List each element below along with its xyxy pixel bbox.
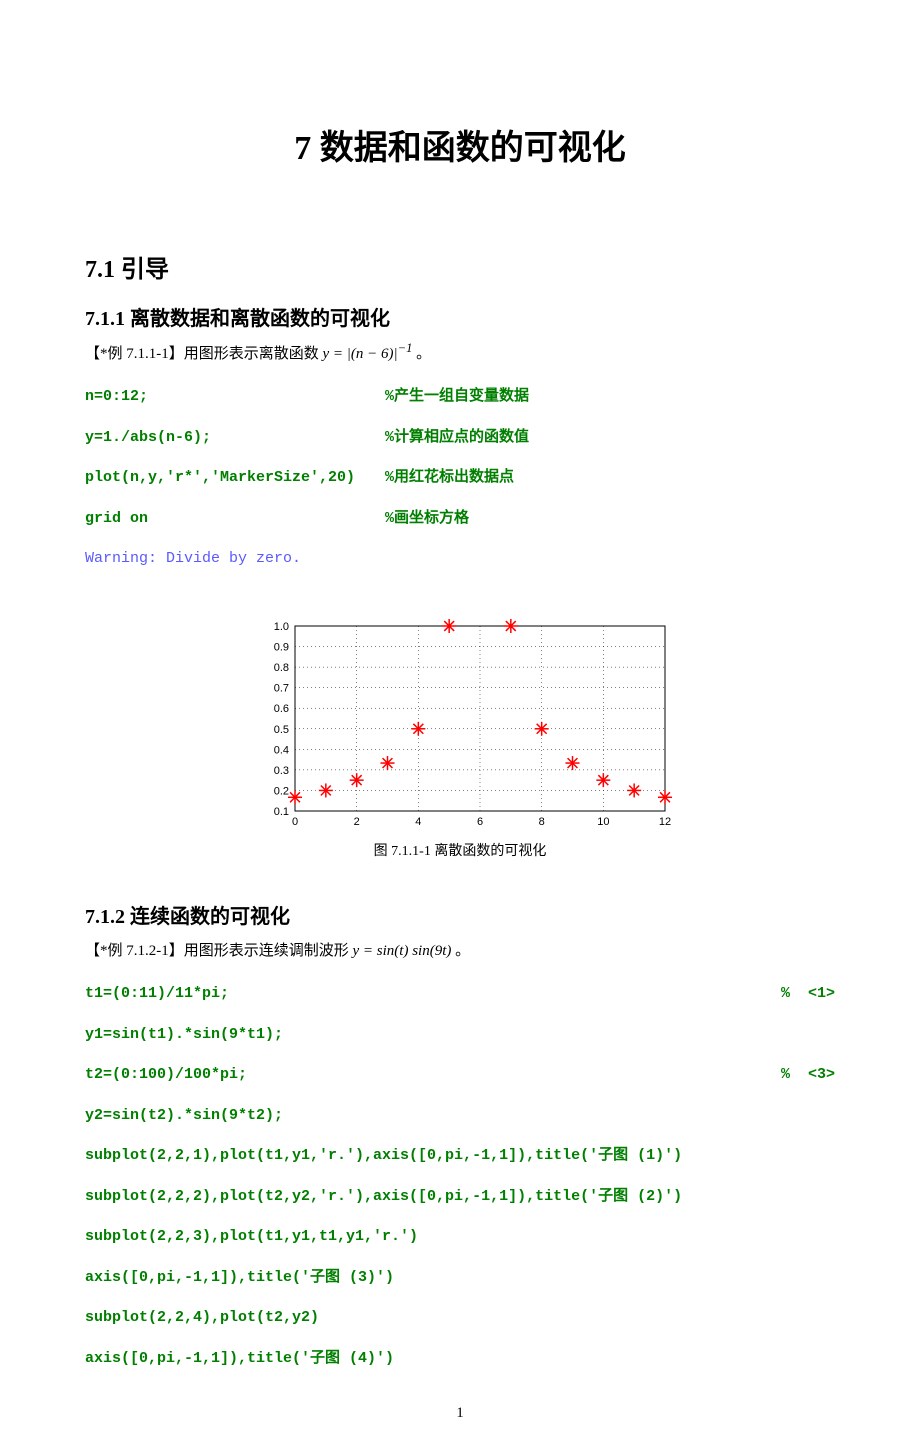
code1-c2: %计算相应点的函数值 bbox=[385, 428, 529, 448]
code1-l3: plot(n,y,'r*','MarkerSize',20) bbox=[85, 468, 385, 488]
code2-l2: y1=sin(t1).*sin(9*t1); bbox=[85, 1026, 283, 1043]
svg-text:12: 12 bbox=[659, 816, 671, 828]
code2-l5: subplot(2,2,1),plot(t1,y1,'r.'),axis([0,… bbox=[85, 1147, 682, 1164]
code2-r3: % <3> bbox=[781, 1065, 835, 1085]
code1-warning: Warning: Divide by zero. bbox=[85, 550, 301, 567]
subsection-7-1-1: 7.1.1 离散数据和离散函数的可视化 bbox=[85, 302, 835, 331]
figure-711-caption: 图 7.1.1-1 离散函数的可视化 bbox=[85, 840, 835, 860]
code2-l3: t2=(0:100)/100*pi; bbox=[85, 1065, 247, 1085]
svg-text:0.6: 0.6 bbox=[274, 703, 289, 715]
svg-text:10: 10 bbox=[597, 816, 609, 828]
svg-text:0.7: 0.7 bbox=[274, 683, 289, 695]
code1-c1: %产生一组自变量数据 bbox=[385, 387, 529, 407]
svg-text:1.0: 1.0 bbox=[274, 621, 289, 633]
example-712-formula: y = sin(t) sin(9t) bbox=[353, 943, 452, 959]
example-712-prefix: 【*例 7.1.2-1】用图形表示连续调制波形 bbox=[85, 943, 353, 959]
code1-l4: grid on bbox=[85, 509, 385, 529]
figure-711-chart: 0 2 4 6 8 10 12 0.1 0.2 0.3 0.4 0.5 0.6 0.7 0.8 0.9 1.0 bbox=[245, 616, 675, 836]
page: 7 数据和函数的可视化 7.1 引导 7.1.1 离散数据和离散函数的可视化 【… bbox=[0, 0, 920, 1452]
svg-text:0.3: 0.3 bbox=[274, 765, 289, 777]
example-711-suffix: 。 bbox=[416, 346, 431, 362]
scatter-chart-svg: 0 2 4 6 8 10 12 0.1 0.2 0.3 0.4 0.5 0.6 0.7 0.8 0.9 1.0 bbox=[245, 616, 675, 836]
code1-c3: %用红花标出数据点 bbox=[385, 468, 514, 488]
example-711-prefix: 【*例 7.1.1-1】用图形表示离散函数 bbox=[85, 346, 323, 362]
svg-text:0.2: 0.2 bbox=[274, 785, 289, 797]
code2-l9: subplot(2,2,4),plot(t2,y2) bbox=[85, 1309, 319, 1326]
page-number: 1 bbox=[0, 1405, 920, 1422]
code2-l8: axis([0,pi,-1,1]),title('子图 (3)') bbox=[85, 1269, 394, 1286]
svg-text:0.8: 0.8 bbox=[274, 662, 289, 674]
code2-r1: % <1> bbox=[781, 984, 835, 1004]
example-711-text: 【*例 7.1.1-1】用图形表示离散函数 y = |(n − 6)|−1 。 bbox=[85, 341, 835, 363]
code1-l2: y=1./abs(n-6); bbox=[85, 428, 385, 448]
svg-text:0.4: 0.4 bbox=[274, 744, 289, 756]
svg-text:8: 8 bbox=[539, 816, 545, 828]
subsection-7-1-2: 7.1.2 连续函数的可视化 bbox=[85, 900, 835, 929]
code-block-2: t1=(0:11)/11*pi; % <1> y1=sin(t1).*sin(9*… bbox=[85, 964, 835, 1410]
example-712-text: 【*例 7.1.2-1】用图形表示连续调制波形 y = sin(t) sin(9… bbox=[85, 939, 835, 960]
code2-l6: subplot(2,2,2),plot(t2,y2,'r.'),axis([0,… bbox=[85, 1188, 682, 1205]
svg-text:0.5: 0.5 bbox=[274, 724, 289, 736]
code2-l7: subplot(2,2,3),plot(t1,y1,t1,y1,'r.') bbox=[85, 1228, 418, 1245]
code2-l10: axis([0,pi,-1,1]),title('子图 (4)') bbox=[85, 1350, 394, 1367]
code1-l1: n=0:12; bbox=[85, 387, 385, 407]
svg-text:0.9: 0.9 bbox=[274, 642, 289, 654]
example-711-formula: y = |(n − 6)|−1 bbox=[323, 346, 413, 362]
example-712-suffix: 。 bbox=[455, 943, 470, 959]
code1-c4: %画坐标方格 bbox=[385, 509, 469, 529]
svg-text:2: 2 bbox=[354, 816, 360, 828]
svg-text:6: 6 bbox=[477, 816, 483, 828]
svg-text:0: 0 bbox=[292, 816, 298, 828]
code2-l1: t1=(0:11)/11*pi; bbox=[85, 984, 229, 1004]
section-7-1: 7.1 引导 bbox=[85, 249, 835, 284]
code2-l4: y2=sin(t2).*sin(9*t2); bbox=[85, 1107, 283, 1124]
svg-text:0.1: 0.1 bbox=[274, 806, 289, 818]
code-block-1: n=0:12;%产生一组自变量数据 y=1./abs(n-6);%计算相应点的函… bbox=[85, 367, 835, 610]
chapter-title: 7 数据和函数的可视化 bbox=[85, 120, 835, 169]
svg-text:4: 4 bbox=[415, 816, 421, 828]
